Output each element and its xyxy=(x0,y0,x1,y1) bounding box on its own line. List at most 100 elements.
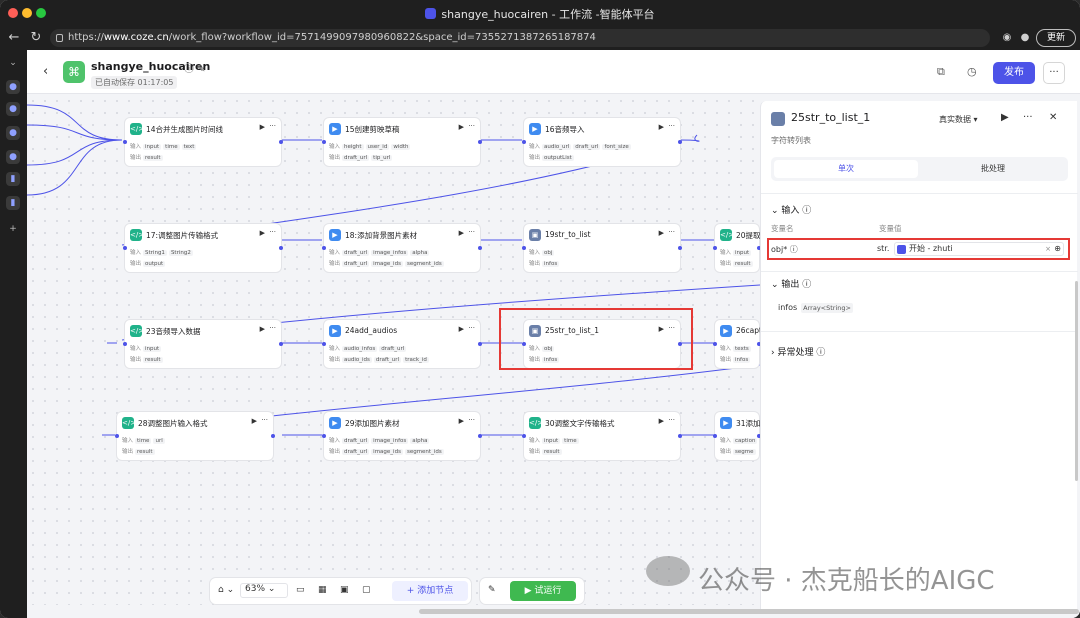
run-node-icon[interactable]: ▶ xyxy=(459,417,464,425)
input-port[interactable] xyxy=(713,246,717,250)
tab-icon-3[interactable]: ● xyxy=(6,126,20,140)
reload-icon[interactable]: ↻ xyxy=(28,30,44,46)
clear-value-icon[interactable]: × xyxy=(1045,243,1051,255)
chart-tab-icon-2[interactable]: ▮ xyxy=(6,196,20,210)
output-section-toggle[interactable]: ⌄ 输出 ⓘ xyxy=(771,277,811,290)
workflow-node[interactable]: ▶ 18:添加背景图片素材 ▶ ··· 输入 draft_url image_infos al… xyxy=(322,223,482,273)
run-node-icon[interactable]: ▶ xyxy=(659,123,664,131)
workflow-node[interactable]: ▶31添加字输入caption输出segme xyxy=(713,411,760,461)
run-node-icon[interactable]: ▶ xyxy=(252,417,257,425)
mouse-mode-icon[interactable]: ⌂ ⌄ xyxy=(218,585,234,595)
workflow-node[interactable]: </> 30调整文字传输格式 ▶ ··· 输入 input time 输出 result xyxy=(522,411,682,461)
input-port[interactable] xyxy=(123,342,127,346)
canvas-hscrollbar[interactable] xyxy=(419,609,1079,614)
input-section-toggle[interactable]: ⌄ 输入 ⓘ xyxy=(771,203,811,216)
input-port[interactable] xyxy=(713,434,717,438)
back-chevron-icon[interactable]: ‹ xyxy=(43,64,48,79)
image-icon[interactable]: ▣ xyxy=(340,585,349,595)
output-port[interactable] xyxy=(478,246,482,250)
node-more-icon[interactable]: ··· xyxy=(468,228,475,236)
output-port[interactable] xyxy=(271,434,275,438)
update-button[interactable]: 更新 xyxy=(1036,29,1076,47)
chart-tab-icon[interactable]: ▮ xyxy=(6,172,20,186)
run-node-icon[interactable]: ▶ xyxy=(459,229,464,237)
workflow-node[interactable]: ▶ 29添加图片素材 ▶ ··· 输入 draft_url image_infos alpha… xyxy=(322,411,482,461)
output-port[interactable] xyxy=(478,342,482,346)
tab-icon-2[interactable]: ● xyxy=(6,102,20,116)
output-port[interactable] xyxy=(678,140,682,144)
workflow-node[interactable]: </> 14合并生成图片时间线 ▶ ··· 输入 input time text 输出 resul… xyxy=(123,117,283,167)
run-node-icon[interactable]: ▶ xyxy=(260,325,265,333)
node-more-icon[interactable]: ··· xyxy=(468,416,475,424)
add-tab-icon[interactable]: + xyxy=(6,222,20,236)
output-port[interactable] xyxy=(478,140,482,144)
error-section-toggle[interactable]: › 异常处理 ⓘ xyxy=(771,345,825,358)
output-port[interactable] xyxy=(478,434,482,438)
node-more-icon[interactable]: ··· xyxy=(668,122,675,130)
workflow-node[interactable]: </> 28调整图片输入格式 ▶ ··· 输入 time url 输出 result xyxy=(115,411,275,461)
input-port[interactable] xyxy=(115,434,119,438)
node-more-icon[interactable]: ··· xyxy=(261,416,268,424)
url-field[interactable]: https://www.coze.cn/work_flow?workflow_i… xyxy=(50,29,990,47)
workflow-node[interactable]: ▣ 19str_to_list ▶ ··· 输入 obj 输出 infos xyxy=(522,223,682,273)
minimap-icon[interactable]: ▢ xyxy=(362,585,371,595)
test-run-button[interactable]: ▶ 试运行 xyxy=(510,581,576,601)
run-node-icon[interactable]: ▶ xyxy=(659,417,664,425)
tab-single[interactable]: 单次 xyxy=(774,160,918,178)
publish-button[interactable]: 发布 xyxy=(993,62,1035,84)
copy-icon[interactable]: ⧉ xyxy=(937,65,945,79)
input-port[interactable] xyxy=(322,434,326,438)
output-port[interactable] xyxy=(678,246,682,250)
back-arrow-icon[interactable]: ← xyxy=(6,30,22,46)
input-port[interactable] xyxy=(123,246,127,250)
zoom-select[interactable]: 63% ⌄ xyxy=(240,583,288,598)
info-edit-icon[interactable]: ⓘ ✎ xyxy=(184,60,206,75)
more-menu-button[interactable]: ··· xyxy=(1043,62,1065,84)
workflow-node[interactable]: </> 23音频导入数据 ▶ ··· 输入 input 输出 result xyxy=(123,319,283,369)
run-node-icon[interactable]: ▶ xyxy=(1001,112,1009,123)
tab-icon-1[interactable]: ● xyxy=(6,80,20,94)
chevron-down-icon[interactable]: ⌄ xyxy=(6,56,20,70)
node-more-icon[interactable]: ··· xyxy=(269,324,276,332)
run-node-icon[interactable]: ▶ xyxy=(260,229,265,237)
tab-batch[interactable]: 批处理 xyxy=(921,160,1065,178)
run-node-icon[interactable]: ▶ xyxy=(459,325,464,333)
node-more-icon[interactable]: ··· xyxy=(668,416,675,424)
data-mode-select[interactable]: 真实数据 ▾ xyxy=(939,114,978,125)
history-icon[interactable]: ◷ xyxy=(967,65,977,78)
node-more-icon[interactable]: ··· xyxy=(269,228,276,236)
layout-icon[interactable]: ▦ xyxy=(318,585,327,595)
extension-icon[interactable]: ◉ xyxy=(1000,31,1014,45)
input-port[interactable] xyxy=(522,246,526,250)
tab-icon-4[interactable]: ● xyxy=(6,150,20,164)
run-node-icon[interactable]: ▶ xyxy=(659,229,664,237)
input-port[interactable] xyxy=(522,434,526,438)
output-port[interactable] xyxy=(678,434,682,438)
workflow-node[interactable]: ▶ 16音频导入 ▶ ··· 输入 audio_url draft_url font_size… xyxy=(522,117,682,167)
close-panel-icon[interactable]: ✕ xyxy=(1049,112,1057,123)
add-node-button[interactable]: + 添加节点 xyxy=(392,581,468,601)
input-port[interactable] xyxy=(713,342,717,346)
node-more-icon[interactable]: ··· xyxy=(468,324,475,332)
workflow-node[interactable]: </>20提取第输入input输出result xyxy=(713,223,760,273)
output-port[interactable] xyxy=(279,140,283,144)
panel-more-icon[interactable]: ··· xyxy=(1023,112,1033,123)
run-node-icon[interactable]: ▶ xyxy=(260,123,265,131)
output-port[interactable] xyxy=(279,342,283,346)
input-port[interactable] xyxy=(123,140,127,144)
comment-icon[interactable]: ▭ xyxy=(296,585,305,595)
node-more-icon[interactable]: ··· xyxy=(468,122,475,130)
debug-tool-icon[interactable]: ✎ xyxy=(488,585,496,595)
node-more-icon[interactable]: ··· xyxy=(269,122,276,130)
output-port[interactable] xyxy=(279,246,283,250)
input-port[interactable] xyxy=(322,246,326,250)
workflow-node[interactable]: ▶ 15创建剪映草稿 ▶ ··· 输入 height user_id width 输出 draft… xyxy=(322,117,482,167)
workflow-node[interactable]: ▶ 24add_audios ▶ ··· 输入 audio_infos draft_url 输… xyxy=(322,319,482,369)
run-node-icon[interactable]: ▶ xyxy=(459,123,464,131)
input-port[interactable] xyxy=(322,140,326,144)
input-port[interactable] xyxy=(522,140,526,144)
node-more-icon[interactable]: ··· xyxy=(668,228,675,236)
variable-value-field[interactable]: 开始 - zhuti × ⊕ xyxy=(894,242,1064,256)
panel-scrollbar[interactable] xyxy=(1075,281,1078,481)
workflow-canvas[interactable]: </> 14合并生成图片时间线 ▶ ··· 输入 input time text 输出 resul… xyxy=(27,95,760,605)
